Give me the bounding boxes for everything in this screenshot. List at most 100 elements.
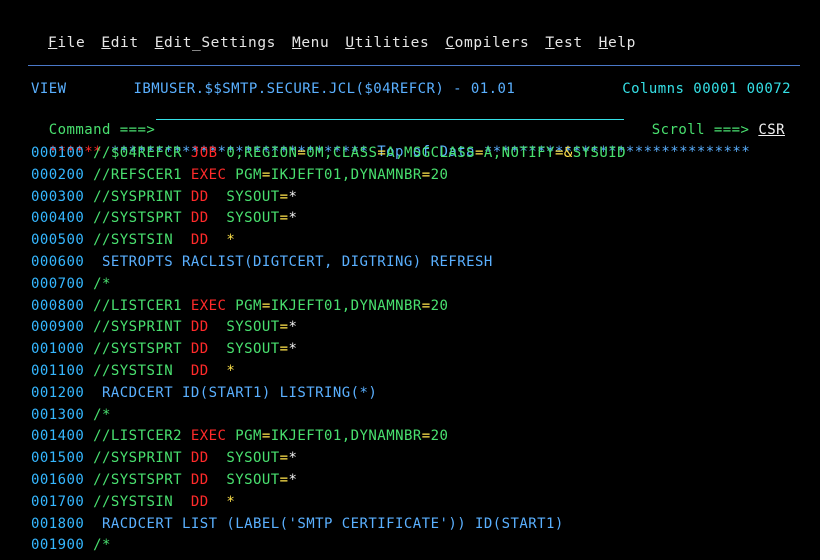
line-number[interactable]: 000500 bbox=[31, 232, 84, 248]
code-token: = bbox=[279, 319, 289, 336]
code-token: = bbox=[261, 166, 271, 183]
menu-item-test[interactable]: Test bbox=[545, 35, 582, 51]
code-line[interactable]: 001800 RACDCERT LIST (LABEL('SMTP CERTIF… bbox=[31, 514, 564, 534]
code-line[interactable]: 000600 SETROPTS RACLIST(DIGTCERT, DIGTRI… bbox=[31, 252, 493, 272]
menu-item-help[interactable]: Help bbox=[599, 35, 636, 51]
code-token: = bbox=[279, 341, 289, 358]
code-line[interactable]: 001000 //SYSTSPRT DD SYSOUT=* bbox=[31, 339, 297, 359]
line-number[interactable]: 000200 bbox=[31, 167, 84, 183]
line-number[interactable]: 000900 bbox=[31, 319, 84, 335]
code-token: = bbox=[279, 188, 289, 205]
code-line[interactable]: 000100 //$04REFCR JOB 0,REGION=0M,CLASS=… bbox=[31, 143, 626, 163]
code-token: DD bbox=[190, 363, 209, 379]
code-token: RACDCERT ID(START1) LISTRING(*) bbox=[93, 384, 378, 401]
code-token: * bbox=[208, 493, 236, 510]
code-token: * bbox=[288, 210, 298, 227]
top-of-data-line: ****** ***************************** Top… bbox=[31, 122, 750, 160]
line-number[interactable]: 001700 bbox=[31, 494, 84, 510]
menu-item-file[interactable]: File bbox=[48, 35, 85, 51]
menu-bar: File Edit Edit_Settings Menu Utilities Compil… bbox=[48, 35, 636, 51]
line-number[interactable]: 000100 bbox=[31, 145, 84, 161]
code-token: DD bbox=[190, 319, 209, 336]
code-line[interactable]: 000200 //REFSCER1 EXEC PGM=IKJEFT01,DYNA… bbox=[31, 165, 448, 185]
code-token: = bbox=[421, 297, 431, 314]
code-line[interactable]: 001700 //SYSTSIN DD * bbox=[31, 492, 235, 512]
code-line[interactable]: 001500 //SYSPRINT DD SYSOUT=* bbox=[31, 448, 297, 468]
code-line[interactable]: 000700 /* bbox=[31, 274, 111, 294]
code-token: //LISTCER1 bbox=[93, 297, 191, 314]
code-line[interactable]: 000500 //SYSTSIN DD * bbox=[31, 230, 235, 250]
code-token: SETROPTS RACLIST(DIGTCERT, DIGTRING) REF… bbox=[93, 254, 493, 270]
code-token: /* bbox=[93, 537, 111, 554]
code-line[interactable]: 001100 //SYSTSIN DD * bbox=[31, 361, 235, 381]
code-line[interactable]: 001600 //SYSTSPRT DD SYSOUT=* bbox=[31, 470, 297, 490]
code-line[interactable]: 001300 /* bbox=[31, 405, 111, 425]
code-token: //SYSTSIN bbox=[93, 232, 191, 249]
code-token: = bbox=[377, 145, 387, 161]
command-input[interactable] bbox=[156, 101, 624, 120]
code-token: * bbox=[288, 341, 298, 358]
line-number[interactable]: 000800 bbox=[31, 298, 84, 314]
code-token: & bbox=[563, 145, 573, 161]
line-number[interactable]: 001800 bbox=[31, 516, 84, 532]
code-token: * bbox=[208, 363, 236, 379]
code-token: 20 bbox=[430, 297, 449, 314]
code-token: //LISTCER2 bbox=[93, 428, 191, 445]
code-token: 20 bbox=[430, 428, 449, 445]
code-token: //SYSPRINT bbox=[93, 188, 191, 205]
code-line[interactable]: 000300 //SYSPRINT DD SYSOUT=* bbox=[31, 187, 297, 207]
code-token: = bbox=[421, 166, 431, 183]
line-number[interactable]: 000600 bbox=[31, 254, 84, 270]
code-token: //SYSTSIN bbox=[93, 493, 191, 510]
code-token: /* bbox=[93, 406, 111, 423]
line-number[interactable]: 000700 bbox=[31, 276, 84, 292]
code-token: SYSOUT bbox=[208, 188, 280, 205]
line-number[interactable]: 001000 bbox=[31, 341, 84, 357]
code-token: * bbox=[288, 450, 298, 467]
code-line[interactable]: 000900 //SYSPRINT DD SYSOUT=* bbox=[31, 317, 297, 337]
code-line[interactable]: 001200 RACDCERT ID(START1) LISTRING(*) bbox=[31, 383, 377, 403]
code-token: * bbox=[288, 472, 298, 488]
line-number[interactable]: 001600 bbox=[31, 472, 84, 488]
line-number[interactable]: 001500 bbox=[31, 450, 84, 466]
line-number[interactable]: 001400 bbox=[31, 428, 84, 444]
menu-item-compilers[interactable]: Compilers bbox=[445, 35, 529, 51]
code-token: EXEC bbox=[190, 166, 227, 183]
line-number[interactable]: 001100 bbox=[31, 363, 84, 379]
menu-item-menu[interactable]: Menu bbox=[292, 35, 329, 51]
code-token: SYSOUT bbox=[208, 341, 280, 358]
line-number[interactable]: 001900 bbox=[31, 537, 84, 553]
menu-item-utilities[interactable]: Utilities bbox=[345, 35, 429, 51]
header-row: VIEW IBMUSER.$$SMTP.SECURE.JCL($04REFCR)… bbox=[31, 79, 791, 99]
line-number[interactable]: 001300 bbox=[31, 407, 84, 423]
code-line[interactable]: 000800 //LISTCER1 EXEC PGM=IKJEFT01,DYNA… bbox=[31, 296, 448, 316]
code-line[interactable]: 001400 //LISTCER2 EXEC PGM=IKJEFT01,DYNA… bbox=[31, 426, 448, 446]
code-token: //SYSTSIN bbox=[93, 363, 191, 379]
code-token: DD bbox=[190, 341, 209, 358]
code-token: JOB bbox=[190, 145, 218, 161]
line-number[interactable]: 001200 bbox=[31, 385, 84, 401]
line-number[interactable]: 000400 bbox=[31, 210, 84, 226]
code-token: SYSOUT bbox=[208, 472, 280, 488]
code-line[interactable]: 000400 //SYSTSPRT DD SYSOUT=* bbox=[31, 208, 297, 228]
code-token: DD bbox=[190, 472, 209, 488]
code-token: RACDCERT LIST (LABEL('SMTP CERTIFICATE')… bbox=[93, 515, 564, 532]
scroll-value-field[interactable]: CSR bbox=[758, 122, 785, 138]
code-token: DD bbox=[190, 450, 209, 467]
code-token: //REFSCER1 bbox=[93, 166, 191, 183]
code-token: SYSOUT bbox=[208, 319, 280, 336]
code-line[interactable]: 001900 /* bbox=[31, 535, 111, 555]
menu-item-edit[interactable]: Edit bbox=[101, 35, 138, 51]
code-token: PGM bbox=[226, 166, 262, 183]
code-token: SYSOUT bbox=[208, 210, 280, 227]
line-number[interactable]: 000300 bbox=[31, 189, 84, 205]
code-token: = bbox=[554, 145, 564, 161]
code-token: = bbox=[261, 297, 271, 314]
code-token: //SYSTSPRT bbox=[93, 210, 191, 227]
code-token: IKJEFT01,DYNAMNBR bbox=[270, 166, 422, 183]
menu-item-edit-settings[interactable]: Edit_Settings bbox=[155, 35, 276, 51]
code-token: = bbox=[261, 428, 271, 445]
code-token: //SYSPRINT bbox=[93, 319, 191, 336]
code-token: IKJEFT01,DYNAMNBR bbox=[270, 428, 422, 445]
code-token: DD bbox=[190, 232, 209, 249]
